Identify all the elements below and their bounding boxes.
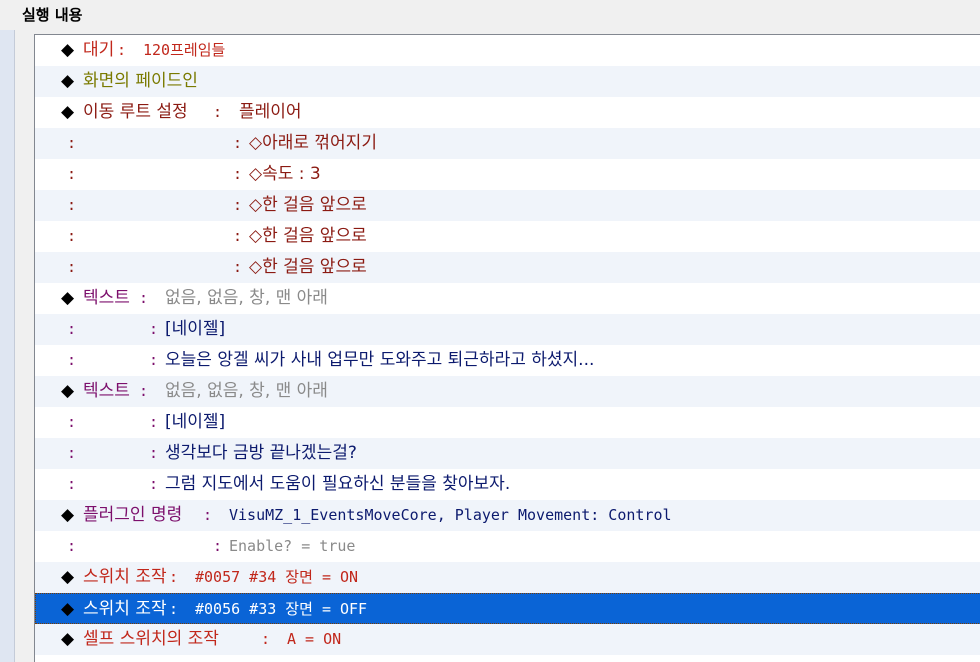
command-value: [네이젤] [165, 319, 226, 339]
command-value: 생각보다 금방 끝나겠는걸? [165, 443, 357, 463]
command-separator: : [233, 165, 243, 183]
continuation-colon: : [67, 444, 77, 462]
command-value: A = ON [287, 630, 342, 648]
command-value: 없음, 없음, 창, 맨 아래 [165, 288, 328, 308]
command-separator: : [149, 351, 159, 369]
continuation-colon: : [67, 165, 77, 183]
command-separator: : [203, 506, 213, 524]
command-marker: ◆ [61, 505, 75, 525]
left-gutter [0, 30, 15, 662]
continuation-colon: : [67, 227, 77, 245]
command-separator: : [149, 413, 159, 431]
command-row[interactable]: : : ◇속도 : 3 [35, 159, 980, 190]
command-separator: : [169, 568, 179, 586]
command-value: ◇한 걸음 앞으로 [249, 226, 367, 246]
command-row[interactable]: : : ◇한 걸음 앞으로 [35, 221, 980, 252]
command-row[interactable]: ◆ 플러그인 명령 : VisuMZ_1_EventsMoveCore, Pla… [35, 500, 980, 531]
continuation-colon: : [67, 134, 77, 152]
event-command-list[interactable]: ◆ 대기 : 120프레임들 ◆ 화면의 페이드인 ◆ 이동 루트 설정 : 플… [34, 34, 980, 662]
command-row[interactable]: : : [네이젤] [35, 314, 980, 345]
command-row[interactable]: ◆ 스위치 조작 : #0057 #34 장면 = ON [35, 562, 980, 593]
command-label: 텍스트 [83, 381, 130, 401]
command-label: 스위치 조작 [83, 567, 167, 587]
command-marker: ◆ [61, 288, 75, 308]
continuation-colon: : [67, 413, 77, 431]
continuation-colon: : [67, 351, 77, 369]
command-label: 텍스트 [83, 288, 130, 308]
command-value: 없음, 없음, 창, 맨 아래 [165, 381, 328, 401]
command-marker: ◆ [61, 40, 75, 60]
command-marker: ◆ [61, 629, 75, 649]
command-row[interactable]: ◆ 텍스트 : 없음, 없음, 창, 맨 아래 [35, 376, 980, 407]
continuation-colon: : [67, 475, 77, 493]
event-editor-panel: 실행 내용 ◆ 대기 : 120프레임들 ◆ 화면의 페이드인 ◆ 이동 루트 … [0, 0, 980, 662]
command-value: Enable? = true [229, 537, 356, 555]
command-row[interactable]: : : 그럼 지도에서 도움이 필요하신 분들을 찾아보자. [35, 469, 980, 500]
command-separator: : [149, 475, 159, 493]
command-label: 화면의 페이드인 [83, 71, 198, 91]
command-separator: : [233, 258, 243, 276]
command-label: 대기 [83, 40, 115, 60]
command-value: #0056 #33 장면 = OFF [195, 600, 368, 618]
command-row[interactable]: : : ◇아래로 꺾어지기 [35, 128, 980, 159]
command-marker: ◆ [61, 381, 75, 401]
command-marker: ◆ [61, 567, 75, 587]
command-label: 이동 루트 설정 [83, 102, 188, 122]
command-value: #0057 #34 장면 = ON [195, 568, 359, 586]
command-row[interactable]: ◆ 화면의 페이드인 [35, 66, 980, 97]
command-separator: : [233, 134, 243, 152]
command-separator: : [149, 320, 159, 338]
command-row[interactable]: : : ◇한 걸음 앞으로 [35, 190, 980, 221]
section-title: 실행 내용 [0, 0, 980, 34]
command-row[interactable]: ◆ 대기 : 120프레임들 [35, 35, 980, 66]
command-value: [네이젤] [165, 412, 226, 432]
command-value: VisuMZ_1_EventsMoveCore, Player Movement… [229, 506, 672, 524]
command-separator: : [117, 41, 127, 59]
command-value: ◇속도 : 3 [249, 164, 321, 184]
command-marker: ◆ [61, 655, 74, 662]
command-value: 플레이어 [239, 102, 302, 122]
command-row[interactable]: ◆ 셀프 스위치의 조작 : A = ON [35, 624, 980, 655]
continuation-colon: : [67, 537, 77, 555]
command-value: 120프레임들 [143, 41, 226, 59]
command-separator: : [213, 537, 223, 555]
command-separator: : [149, 444, 159, 462]
command-separator: : [233, 196, 243, 214]
command-separator: : [261, 630, 271, 648]
command-row[interactable]: : : 생각보다 금방 끝나겠는걸? [35, 438, 980, 469]
command-row[interactable]: : : [네이젤] [35, 407, 980, 438]
command-label: 셀프 스위치의 조작 [83, 629, 219, 649]
command-separator: : [139, 382, 149, 400]
command-row[interactable]: : : ◇한 걸음 앞으로 [35, 252, 980, 283]
command-marker: ◆ [61, 102, 75, 122]
command-row[interactable]: ◆ 이동 루트 설정 : 플레이어 [35, 97, 980, 128]
command-separator: : [169, 600, 179, 618]
continuation-colon: : [67, 320, 77, 338]
command-row[interactable]: : : Enable? = true [35, 531, 980, 562]
command-marker: ◆ [61, 599, 75, 619]
command-value: 그럼 지도에서 도움이 필요하신 분들을 찾아보자. [165, 474, 511, 494]
command-row-empty[interactable]: ◆ [35, 655, 980, 662]
command-marker: ◆ [61, 71, 75, 91]
command-row[interactable]: : : 오늘은 앙겔 씨가 사내 업무만 도와주고 퇴근하라고 하셨지... [35, 345, 980, 376]
section-title-text: 실행 내용 [22, 6, 83, 24]
command-value: 오늘은 앙겔 씨가 사내 업무만 도와주고 퇴근하라고 하셨지... [165, 350, 595, 370]
command-value: ◇한 걸음 앞으로 [249, 257, 367, 277]
command-separator: : [139, 289, 149, 307]
command-row[interactable]: ◆ 텍스트 : 없음, 없음, 창, 맨 아래 [35, 283, 980, 314]
command-value: ◇아래로 꺾어지기 [249, 133, 377, 153]
command-value: ◇한 걸음 앞으로 [249, 195, 367, 215]
command-label: 플러그인 명령 [83, 505, 183, 525]
continuation-colon: : [67, 258, 77, 276]
command-label: 스위치 조작 [83, 599, 167, 619]
command-separator: : [233, 227, 243, 245]
command-separator: : [213, 103, 223, 121]
command-row-selected[interactable]: ◆ 스위치 조작 : #0056 #33 장면 = OFF [35, 593, 980, 624]
continuation-colon: : [67, 196, 77, 214]
